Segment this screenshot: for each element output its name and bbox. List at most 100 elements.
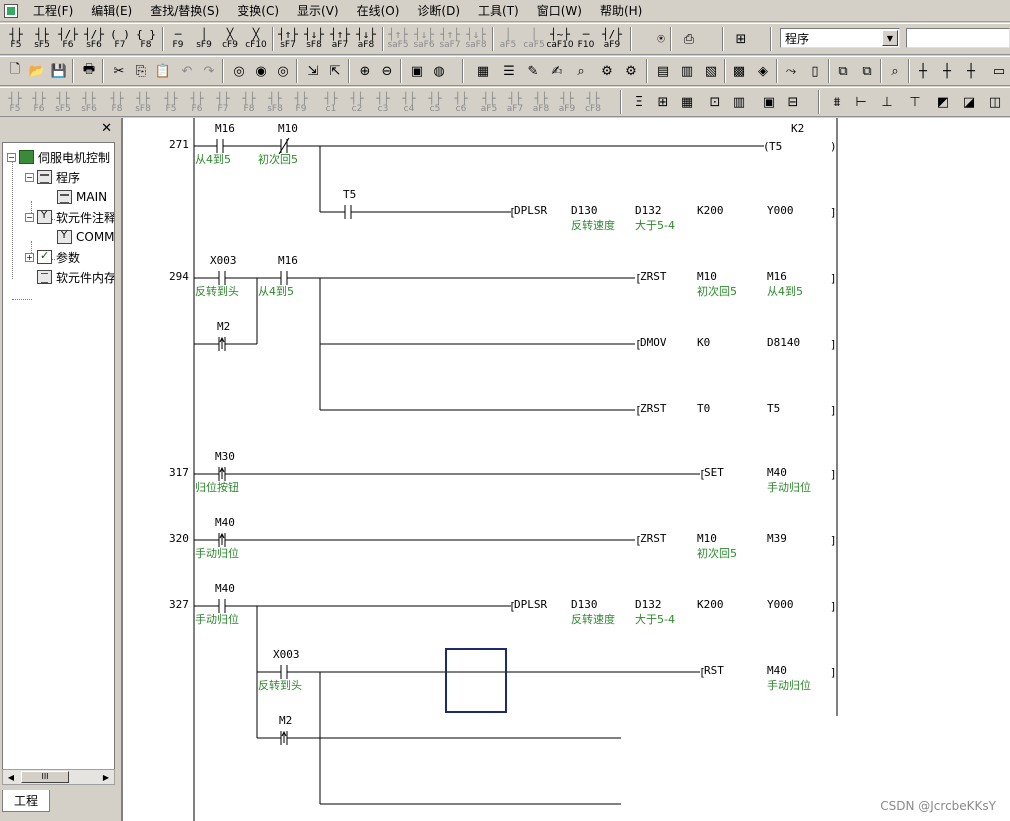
undo-icon[interactable]: ↶ bbox=[176, 60, 198, 82]
save-icon[interactable]: 💾 bbox=[48, 60, 70, 82]
menu-online[interactable]: 在线(O) bbox=[348, 0, 409, 22]
block-icon[interactable]: ⊡ bbox=[704, 91, 726, 113]
menu-find-replace[interactable]: 查找/替换(S) bbox=[141, 0, 228, 22]
nav-horizontal-scrollbar[interactable]: ◀ III ▶ bbox=[2, 769, 115, 785]
write-plc-icon[interactable]: ⇲ bbox=[302, 60, 324, 82]
ladder-key-sf9[interactable]: │ sF9 bbox=[192, 26, 216, 52]
sfc-key-af5[interactable]: ┤├ aF5 bbox=[478, 90, 500, 116]
ladder-key-f9[interactable]: ─ F9 bbox=[166, 26, 190, 52]
ladder-key-sf7[interactable]: ┤↑├ sF7 bbox=[276, 26, 300, 52]
sample-trace-icon[interactable]: ⤳ bbox=[780, 60, 802, 82]
zoom-out-icon[interactable]: ⊖ bbox=[376, 60, 398, 82]
ladder-key-saf7[interactable]: ┤↑├ saF7 bbox=[438, 26, 462, 52]
tree-item-device-comment[interactable]: − 软元件注释 bbox=[25, 208, 114, 226]
comment-icon[interactable]: ▤ bbox=[652, 60, 674, 82]
tree-item-project[interactable]: − 伺服电机控制 bbox=[7, 148, 110, 166]
scroll-right-icon[interactable]: ▶ bbox=[99, 771, 113, 783]
list-mode-icon[interactable]: ☰ bbox=[498, 60, 520, 82]
contact-x003[interactable]: X003 反转到头 bbox=[195, 254, 239, 298]
tab-project[interactable]: 工程 bbox=[2, 790, 50, 812]
collapse-icon[interactable]: − bbox=[25, 212, 34, 222]
edit-icon[interactable]: ⧉ bbox=[832, 60, 854, 82]
ladder-key-af8[interactable]: ┤↓├ aF8 bbox=[354, 26, 378, 52]
ladder-key-f8[interactable]: { } F8 bbox=[134, 26, 158, 52]
paste-icon[interactable]: 📋 bbox=[152, 60, 174, 82]
sfc-key-af7[interactable]: ┤├ aF7 bbox=[504, 90, 526, 116]
entry-monitor-icon[interactable]: ◈ bbox=[752, 60, 774, 82]
block-icon[interactable]: ▦ bbox=[676, 91, 698, 113]
menu-diagnostics[interactable]: 诊断(D) bbox=[408, 0, 469, 22]
ladder-key-saf5[interactable]: ┤↑├ saF5 bbox=[386, 26, 410, 52]
ladder-cursor[interactable] bbox=[445, 648, 507, 713]
function-icon[interactable]: ◪ bbox=[958, 91, 980, 113]
function-icon[interactable]: ◫ bbox=[984, 91, 1006, 113]
ladder-key-cf9[interactable]: ╳ cF9 bbox=[218, 26, 242, 52]
instruction-set[interactable]: [ SET M40 手动归位 ] bbox=[699, 466, 837, 494]
contact-m30-pulse[interactable]: M30 归位按钮 bbox=[195, 450, 239, 494]
contact-m16[interactable]: M16 从4到5 bbox=[258, 254, 298, 298]
block-icon[interactable]: ⊟ bbox=[782, 91, 804, 113]
instruction-zrst[interactable]: [ ZRST T0 T5 ] bbox=[635, 402, 837, 417]
block-icon[interactable]: Ξ bbox=[628, 91, 650, 113]
sfc-key-af8[interactable]: ┤├ aF8 bbox=[530, 90, 552, 116]
read-plc-icon[interactable]: ⇱ bbox=[324, 60, 346, 82]
tree-item-device-memory[interactable]: 软元件内存 bbox=[37, 268, 114, 286]
ladder-key-saf8[interactable]: ┤↓├ saF8 bbox=[464, 26, 488, 52]
tree-item-main[interactable]: MAIN bbox=[57, 188, 107, 206]
ladder-key-caf5[interactable]: │ caF5 bbox=[522, 26, 546, 52]
collapse-icon[interactable]: − bbox=[7, 152, 16, 162]
sfc-key-af9[interactable]: ┤├ aF9 bbox=[556, 90, 578, 116]
sfc-key-sf8[interactable]: ┤├ sF8 bbox=[264, 90, 286, 116]
zoom-in-icon[interactable]: ⊕ bbox=[354, 60, 376, 82]
contact-m16[interactable]: M16 从4到5 bbox=[195, 122, 235, 166]
sfc-key-sf6[interactable]: ┤├ sF6 bbox=[78, 90, 100, 116]
window-icon[interactable]: ▭ bbox=[988, 60, 1010, 82]
write-icon[interactable]: ⎙ bbox=[678, 28, 700, 50]
sfc-key-c5[interactable]: ┤├ c5 bbox=[424, 90, 446, 116]
sfc-key-f7[interactable]: ┤├ F7 bbox=[212, 90, 234, 116]
align-icon[interactable]: ┼ bbox=[936, 60, 958, 82]
read-mode-icon[interactable]: ✎ bbox=[522, 60, 544, 82]
ladder-key-caf10[interactable]: ┤~├ caF10 bbox=[546, 26, 573, 52]
find-device-icon[interactable]: ◎ bbox=[228, 60, 250, 82]
ladder-key-cf10[interactable]: ╳ cF10 bbox=[244, 26, 268, 52]
sfc-key-cf8[interactable]: ┤├ cF8 bbox=[582, 90, 604, 116]
new-file-icon[interactable]: 🗋 bbox=[4, 60, 26, 82]
function-icon[interactable]: ⊥ bbox=[876, 91, 898, 113]
collapse-icon[interactable]: − bbox=[25, 172, 34, 182]
instruction-zrst[interactable]: [ ZRST M10 初次回5 M39 ] bbox=[635, 532, 837, 560]
search-icon[interactable]: ⌕ bbox=[884, 60, 906, 82]
ladder-key-af5[interactable]: │ aF5 bbox=[496, 26, 520, 52]
monitor-search-icon[interactable]: ◍ bbox=[428, 60, 450, 82]
coil-t5[interactable]: ( T5 ) K2 bbox=[763, 122, 837, 153]
align-icon[interactable]: ┼ bbox=[912, 60, 934, 82]
sfc-key-f5[interactable]: ┤├ F5 bbox=[4, 90, 26, 116]
function-icon[interactable]: ◩ bbox=[932, 91, 954, 113]
ladder-key-sf5[interactable]: ┤├ sF5 bbox=[30, 26, 54, 52]
ladder-editor[interactable]: 271 M16 从4到5 M10 初次回5 ( T5 ) K2 T5 [DPL… bbox=[121, 118, 1010, 821]
sfc-key-f6[interactable]: ┤├ F6 bbox=[186, 90, 208, 116]
sfc-key-c1[interactable]: ┤├ c1 bbox=[320, 90, 342, 116]
find-instruction-icon[interactable]: ◉ bbox=[250, 60, 272, 82]
menu-project[interactable]: 工程(F) bbox=[24, 0, 82, 22]
device-batch-icon[interactable]: ▩ bbox=[728, 60, 750, 82]
menu-view[interactable]: 显示(V) bbox=[288, 0, 348, 22]
monitor-mode-icon[interactable]: ⌕ bbox=[570, 60, 592, 82]
sfc-key-f8[interactable]: ┤├ F8 bbox=[238, 90, 260, 116]
block-icon[interactable]: ⊞ bbox=[652, 91, 674, 113]
instruction-dmov[interactable]: [ DMOV K0 D8140 ] bbox=[635, 336, 837, 351]
sfc-key-c6[interactable]: ┤├ c6 bbox=[450, 90, 472, 116]
instruction-zrst[interactable]: [ ZRST M10 初次回5 M16 从4到5 ] bbox=[635, 270, 837, 298]
ladder-key-sf6[interactable]: ┤/├ sF6 bbox=[82, 26, 106, 52]
ladder-key-saf6[interactable]: ┤↓├ saF6 bbox=[412, 26, 436, 52]
program-select[interactable]: 程序 ▼ bbox=[780, 28, 900, 48]
menu-convert[interactable]: 变换(C) bbox=[228, 0, 288, 22]
contact-t5[interactable]: T5 bbox=[343, 188, 356, 219]
tree-item-comment[interactable]: COMMENT bbox=[57, 228, 114, 246]
read-icon[interactable]: ⍟ bbox=[650, 28, 672, 50]
chevron-down-icon[interactable]: ▼ bbox=[882, 30, 898, 46]
contact-m2-pulse[interactable]: M2 bbox=[217, 320, 230, 351]
instruction-rst[interactable]: [ RST M40 手动归位 ] bbox=[699, 664, 837, 692]
ladder-key-sf8[interactable]: ┤↓├ sF8 bbox=[302, 26, 326, 52]
contact-m10-nc[interactable]: M10 初次回5 bbox=[258, 122, 298, 166]
